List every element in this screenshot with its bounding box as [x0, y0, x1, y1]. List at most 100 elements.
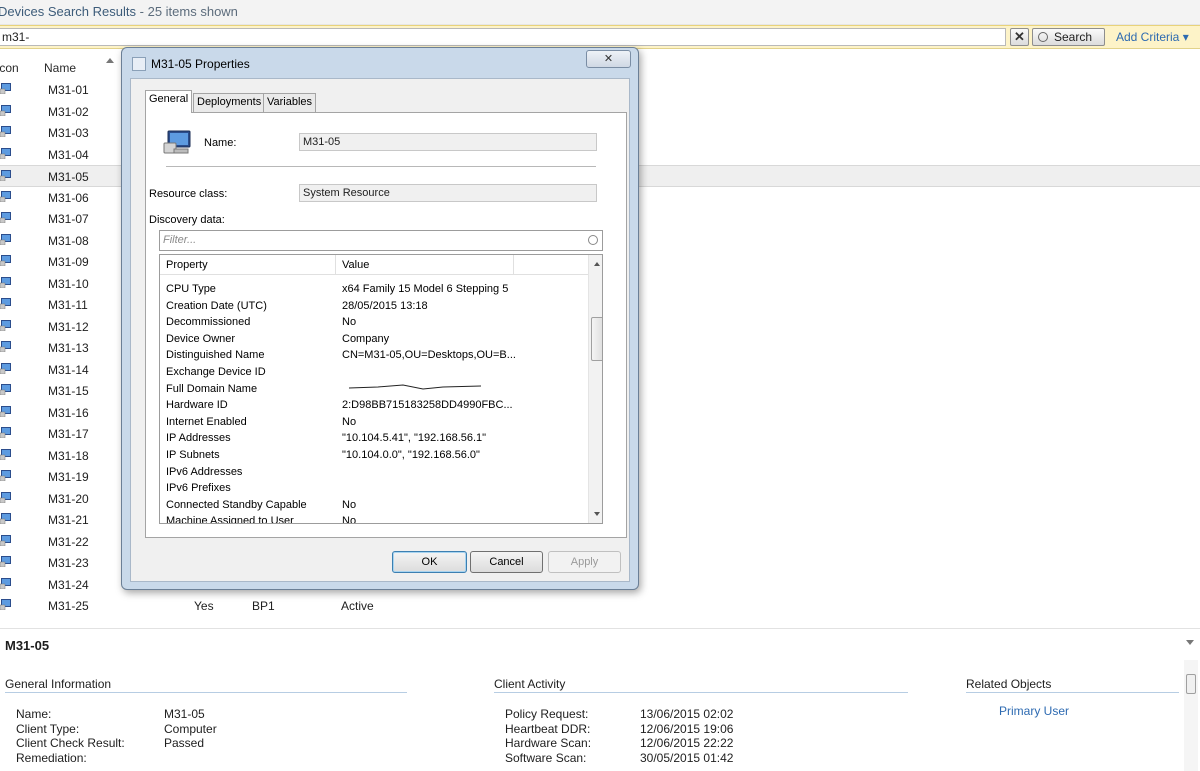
computer-icon [0, 233, 11, 245]
collapse-details-icon[interactable] [1186, 640, 1194, 645]
device-name: M31-20 [48, 491, 89, 506]
column-icon[interactable]: Icon [0, 61, 19, 75]
search-button[interactable]: Search [1032, 28, 1105, 46]
dialog-title: M31-05 Properties [151, 57, 250, 71]
property-value: Company [342, 332, 390, 345]
related-objects-heading: Related Objects [966, 677, 1052, 691]
discovery-data-label: Discovery data: [149, 214, 225, 226]
cancel-button[interactable]: Cancel [470, 551, 543, 573]
computer-icon [0, 104, 11, 116]
computer-icon [0, 470, 11, 481]
grid-row[interactable]: IP Addresses "10.104.5.41", "192.168.56.1… [160, 430, 590, 447]
dialog-window-icon [132, 57, 146, 71]
device-name: M31-13 [48, 341, 89, 355]
column-name[interactable]: Name [44, 61, 76, 75]
tab-variables[interactable]: Variables [263, 93, 317, 112]
tab-general[interactable]: General [145, 90, 193, 113]
property-name: Connected Standby Capable [166, 498, 307, 511]
grid-header-property[interactable]: Property [166, 259, 208, 271]
client-activity-heading: Client Activity [494, 677, 566, 691]
name-field: M31-05 [299, 133, 597, 151]
grid-row[interactable]: Creation Date (UTC) 28/05/2015 13:18 [160, 298, 590, 315]
scroll-up-icon[interactable] [594, 262, 600, 266]
detail-value: 30/05/2015 01:42 [640, 750, 734, 765]
property-value: x64 Family 15 Model 6 Stepping 5 [342, 283, 509, 295]
search-icon [1038, 32, 1048, 42]
grid-row[interactable]: IPv6 Addresses [160, 464, 590, 481]
filter-search-icon [588, 235, 598, 245]
search-input[interactable]: m31- [0, 28, 1006, 46]
primary-user-link[interactable]: Primary User [999, 704, 1069, 718]
grid-row[interactable]: Machine Assigned to User No [160, 513, 590, 524]
grid-row[interactable]: Exchange Device ID [160, 364, 590, 381]
grid-row[interactable]: Connected Standby Capable No [160, 497, 590, 514]
redaction-scribble [348, 384, 482, 390]
filter-input[interactable]: Filter... [159, 230, 603, 251]
property-value: 28/05/2015 13:18 [342, 299, 428, 312]
property-value: 2:D98BB715183258DD4990FBC... [342, 399, 513, 412]
add-criteria-button[interactable]: Add Criteria ▾ [1116, 30, 1189, 44]
grid-column-divider[interactable] [513, 255, 514, 275]
device-name: M31-04 [48, 147, 89, 162]
grid-column-divider[interactable] [335, 255, 336, 275]
details-scrollbar-thumb[interactable] [1186, 674, 1196, 694]
ok-button[interactable]: OK [392, 551, 467, 573]
results-header: Devices Search Results - 25 items shown [0, 0, 1200, 25]
properties-dialog: M31-05 Properties ✕ General Deployments … [121, 47, 639, 590]
detail-key: Name: [16, 707, 52, 721]
grid-row[interactable]: IP Subnets "10.104.0.0", "192.168.56.0" [160, 447, 590, 464]
property-name: Machine Assigned to User [166, 515, 294, 524]
device-name: M31-17 [48, 427, 89, 441]
device-name: M31-19 [48, 470, 89, 484]
property-value: CN=M31-05,OU=Desktops,OU=B... [342, 349, 516, 362]
computer-icon [0, 126, 11, 137]
results-title-text: Devices Search Results [0, 4, 136, 19]
property-value: No [342, 415, 357, 428]
table-row[interactable]: M31-25 Yes BP1 Active [0, 595, 1200, 617]
property-value: No [342, 515, 357, 524]
scroll-down-icon[interactable] [594, 512, 600, 516]
close-icon[interactable]: ✕ [586, 50, 631, 68]
computer-icon [0, 599, 11, 610]
computer-icon [0, 170, 11, 181]
device-name: M31-15 [48, 384, 89, 398]
details-scrollbar[interactable] [1184, 660, 1198, 771]
device-name: M31-08 [48, 233, 89, 248]
resource-class-field: System Resource [299, 184, 597, 202]
grid-row[interactable]: CPU Type x64 Family 15 Model 6 Stepping 5 [160, 281, 590, 298]
computer-icon [0, 341, 11, 352]
property-value: No [342, 498, 357, 511]
computer-icon [0, 513, 11, 524]
grid-row[interactable]: Internet Enabled No [160, 414, 590, 431]
apply-button[interactable]: Apply [548, 551, 621, 573]
computer-icon [0, 556, 11, 567]
property-name: CPU Type [166, 283, 216, 295]
grid-row[interactable]: Device Owner Company [160, 331, 590, 348]
detail-key: Remediation: [16, 750, 87, 765]
grid-row[interactable]: Distinguished Name CN=M31-05,OU=Desktops,… [160, 347, 590, 364]
site-cell: BP1 [252, 599, 275, 613]
grid-header-value[interactable]: Value [342, 259, 369, 271]
computer-icon [0, 491, 11, 503]
grid-row[interactable]: Hardware ID 2:D98BB715183258DD4990FBC... [160, 397, 590, 414]
device-name: M31-25 [48, 599, 89, 613]
client-cell: Yes [194, 599, 214, 613]
computer-icon [0, 577, 11, 589]
detail-key: Software Scan: [505, 750, 587, 765]
property-name: Device Owner [166, 332, 236, 345]
property-name: IPv6 Prefixes [166, 482, 231, 495]
tab-deployments[interactable]: Deployments [193, 93, 266, 112]
computer-icon [0, 362, 11, 374]
grid-row[interactable]: Decommissioned No [160, 314, 590, 331]
grid-row[interactable]: IPv6 Prefixes [160, 480, 590, 497]
search-bar: m31- ✕ Search Add Criteria ▾ [0, 25, 1200, 49]
grid-scrollbar-thumb[interactable] [591, 317, 602, 361]
grid-scrollbar[interactable] [588, 255, 602, 523]
device-name: M31-10 [48, 276, 89, 291]
clear-search-button[interactable]: ✕ [1010, 28, 1029, 46]
device-name: M31-16 [48, 405, 89, 420]
computer-icon [0, 384, 11, 395]
device-name: M31-11 [48, 298, 88, 312]
property-name: Full Domain Name [166, 382, 258, 395]
details-splitter[interactable] [0, 628, 1200, 629]
